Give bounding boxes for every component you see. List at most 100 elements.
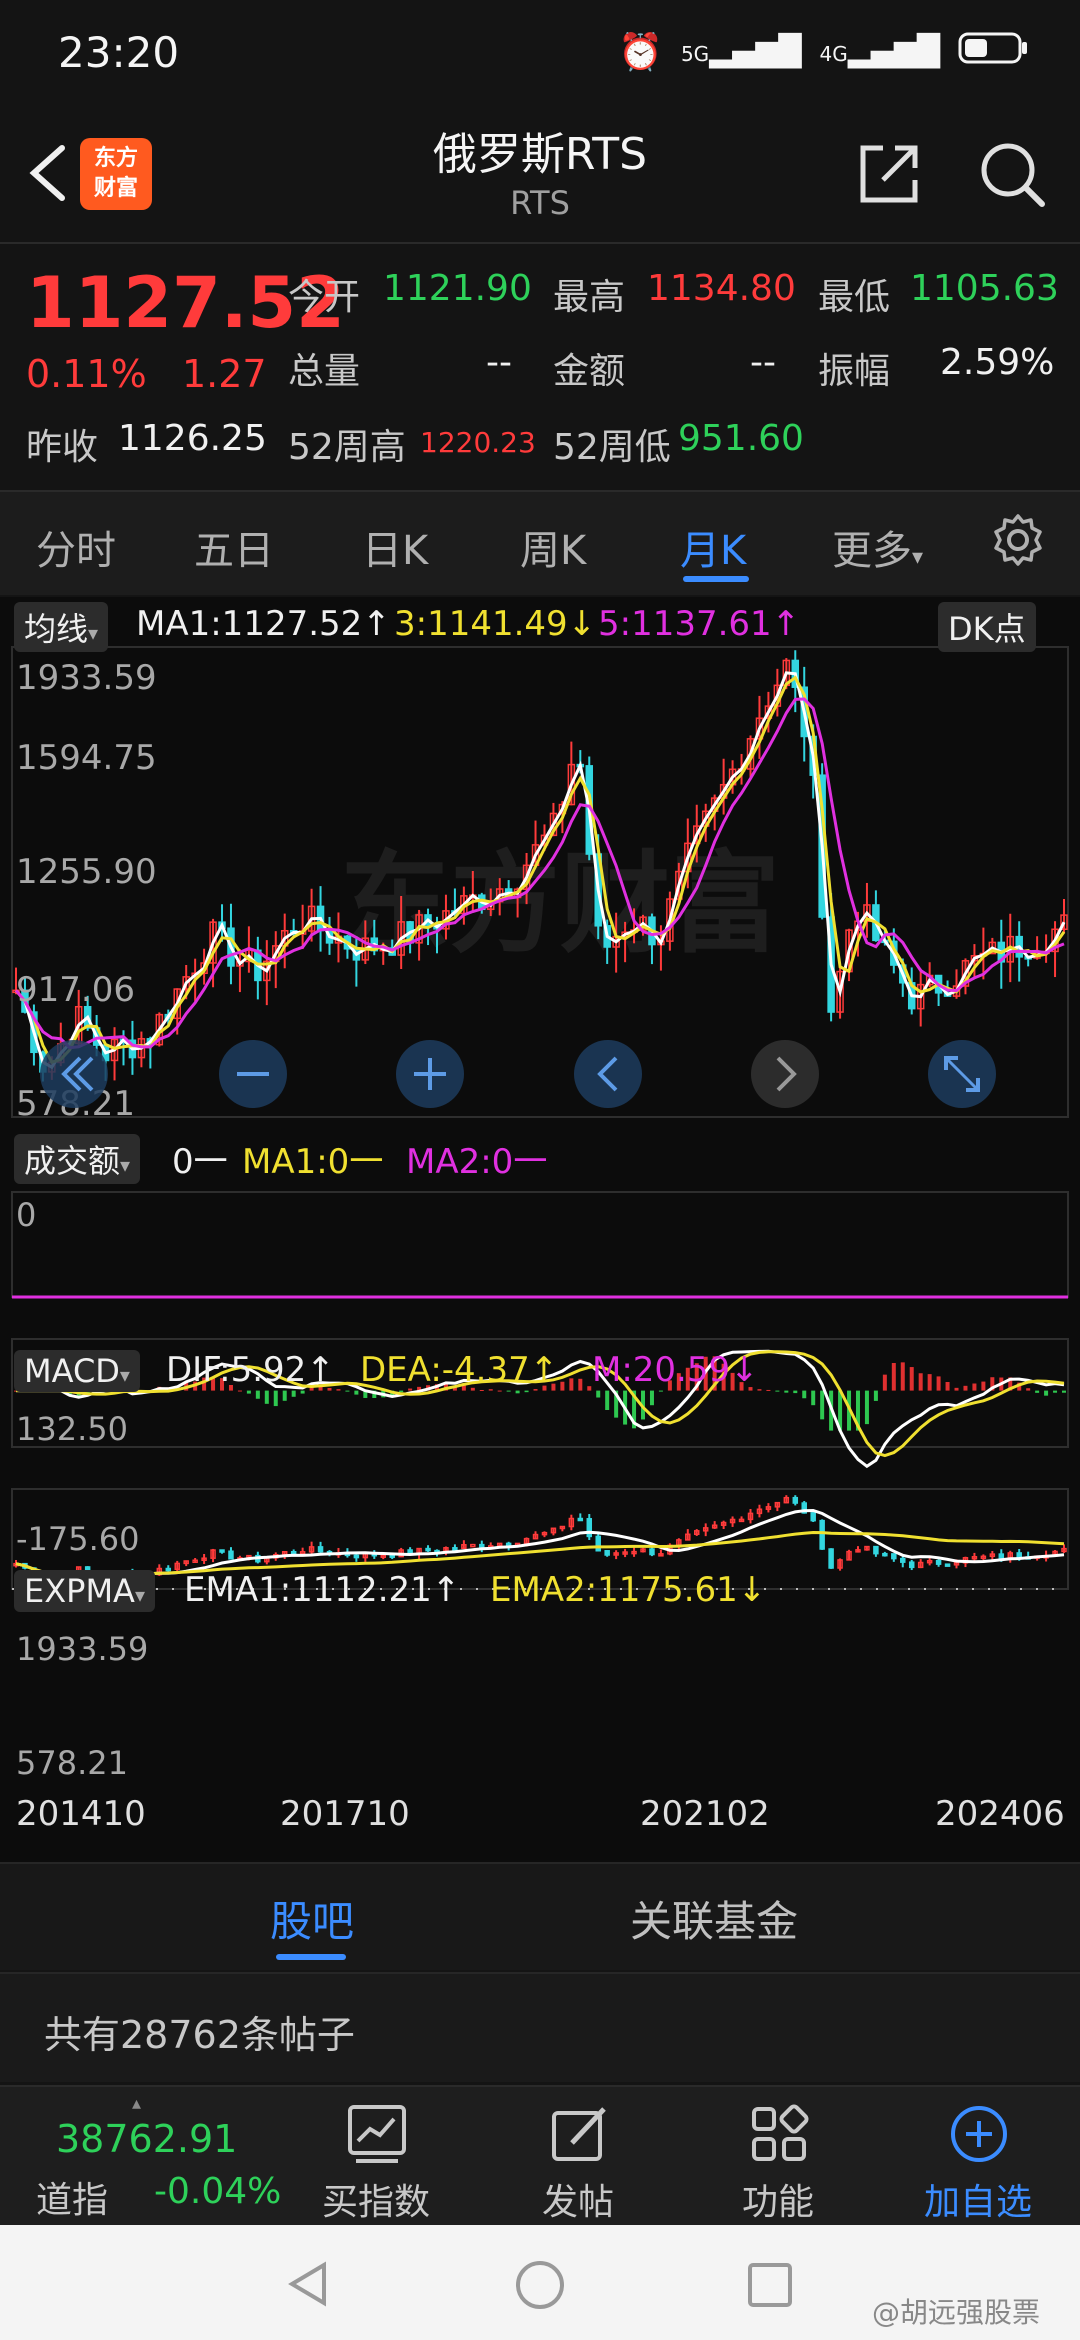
macd-bar	[802, 1390, 807, 1399]
candle-body	[1016, 1552, 1022, 1558]
macd-bar	[775, 1390, 780, 1392]
caret-down-icon: ▾	[120, 1153, 131, 1177]
candle-body	[479, 1543, 485, 1549]
candle-body	[935, 1559, 942, 1565]
add-circle-icon	[951, 2106, 1007, 2162]
macd-bar	[882, 1374, 887, 1391]
alarm-icon: ⏰	[618, 31, 663, 73]
ma-selector-button[interactable]: 均线▾	[14, 602, 109, 652]
period-tabs: 分时 五日 日K 周K 月K 更多▾	[0, 490, 1080, 595]
week52-high-label: 52周高	[288, 427, 406, 468]
tab-weekly-k[interactable]: 周K	[520, 518, 586, 576]
dow-index-change: -0.04%	[154, 2171, 282, 2212]
candle-body	[228, 1550, 234, 1560]
ema1-legend: EMA1:1112.21↑	[184, 1570, 461, 1610]
ema1-line	[15, 1508, 1065, 1577]
amount-value: --	[750, 342, 776, 383]
volume-indicator-label: 成交额	[24, 1142, 121, 1180]
nav-functions[interactable]: 功能	[678, 2087, 878, 2227]
prev-close-label: 昨收	[26, 427, 99, 468]
candle-body	[290, 1550, 297, 1555]
macd-bar	[345, 1390, 350, 1392]
search-button[interactable]	[978, 140, 1046, 208]
nav-add-watchlist[interactable]: 加自选	[878, 2087, 1078, 2227]
nav-functions-label: 功能	[741, 2182, 814, 2223]
volume-value: --	[486, 342, 512, 383]
tab-intraday[interactable]: 分时	[36, 518, 116, 576]
y-axis-4: 917.06	[16, 970, 135, 1010]
open-value: 1121.90	[383, 268, 532, 309]
macd-bar	[649, 1390, 654, 1406]
x-axis-label-3: 202102	[640, 1794, 770, 1834]
zoom-out-button[interactable]	[219, 1040, 287, 1108]
volume-indicator-button[interactable]: 成交额▾	[14, 1134, 141, 1184]
y-axis-2: 1594.75	[16, 738, 157, 778]
fullscreen-button[interactable]	[928, 1040, 996, 1108]
tab-more[interactable]: 更多▾	[832, 518, 923, 576]
posts-summary[interactable]: 共有28762条帖子	[0, 1972, 1080, 2082]
macd-bar	[954, 1387, 959, 1391]
bottom-nav: ▴ 38762.91 道指 -0.04% 买指数 发帖 功能 加自选	[0, 2085, 1080, 2225]
macd-bar	[1044, 1390, 1049, 1396]
watermark: 东方财富	[340, 840, 780, 968]
candle-body	[165, 1567, 172, 1572]
grid-icon	[752, 2104, 809, 2161]
nav-buy-index[interactable]: 买指数	[276, 2087, 476, 2227]
candle-body	[998, 1553, 1005, 1559]
candle-body	[425, 1547, 431, 1552]
system-nav-bar: @胡远强股票	[0, 2225, 1080, 2340]
candle-body	[810, 1512, 816, 1522]
system-home-button[interactable]	[514, 2259, 566, 2311]
scroll-left-button[interactable]	[574, 1040, 642, 1108]
status-icons: ⏰ 5G▂▄▆█ 4G▂▄▆█	[618, 30, 1030, 73]
volume-axis-zero: 0	[16, 1196, 37, 1234]
dow-index-ticker[interactable]: ▴ 38762.91 道指 -0.04%	[0, 2087, 300, 2227]
candle-body	[819, 1519, 825, 1550]
macd-bar	[282, 1390, 287, 1401]
tab-five-day[interactable]: 五日	[194, 518, 274, 576]
candle-body	[882, 1552, 888, 1557]
macd-bar	[1026, 1388, 1031, 1391]
chart-controls	[40, 1040, 996, 1108]
macd-indicator-button[interactable]: MACD▾	[14, 1350, 140, 1392]
ma3-legend: 3:1141.49↓	[394, 604, 597, 644]
macd-bar	[1062, 1390, 1066, 1393]
tab-daily-k[interactable]: 日K	[362, 518, 428, 576]
expma-indicator-button[interactable]: EXPMA▾	[14, 1570, 155, 1612]
scroll-right-button[interactable]	[751, 1040, 819, 1108]
tab-related-funds[interactable]: 关联基金	[630, 1888, 798, 1949]
tab-guba[interactable]: 股吧	[270, 1888, 354, 1949]
x-axis-label-4: 202406	[935, 1794, 1065, 1834]
zoom-in-button[interactable]	[396, 1040, 464, 1108]
chart-settings-button[interactable]	[990, 512, 1046, 578]
macd-bar	[918, 1373, 923, 1391]
amplitude-value: 2.59%	[940, 342, 1055, 383]
macd-bar	[264, 1390, 269, 1404]
macd-bar	[909, 1367, 914, 1391]
macd-bar	[479, 1390, 484, 1392]
system-recents-button[interactable]	[746, 2261, 794, 2309]
tab-monthly-k[interactable]: 月K	[680, 518, 746, 576]
kline-chart-svg[interactable]: 东方财富	[0, 597, 1080, 1862]
volume-ma2-legend: MA2:0一	[406, 1142, 548, 1182]
dk-point-button[interactable]: DK点	[938, 602, 1036, 652]
expma-indicator-label: EXPMA	[24, 1572, 135, 1610]
caret-down-icon: ▾	[912, 545, 924, 570]
macd-bar	[291, 1390, 296, 1397]
candle-body	[792, 1496, 799, 1504]
share-button[interactable]	[855, 140, 923, 208]
network-4g: 4G▂▄▆█	[819, 34, 940, 69]
macd-bar	[1053, 1390, 1058, 1393]
nav-post[interactable]: 发帖	[478, 2087, 678, 2227]
scroll-to-start-button[interactable]	[40, 1040, 108, 1108]
change-percent: 0.11%	[26, 352, 147, 396]
ma5-line	[14, 697, 1065, 1050]
system-back-button[interactable]	[284, 2259, 334, 2309]
candle-body	[452, 1547, 458, 1551]
net-4g-label: 4G	[819, 42, 848, 66]
macd-axis-max: 132.50	[16, 1410, 128, 1448]
macd-bar	[891, 1363, 896, 1391]
high-value: 1134.80	[647, 268, 796, 309]
ema2-legend: EMA2:1175.61↓	[490, 1570, 767, 1610]
macd-bar	[246, 1390, 251, 1394]
